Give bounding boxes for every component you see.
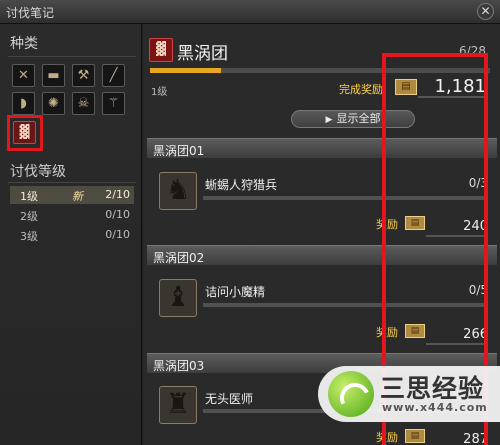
monster-name: 蜥蜴人狩猎兵 [205, 178, 278, 192]
divider [8, 56, 136, 57]
highlight-box [7, 115, 43, 151]
watermark-text: 三思经验 [380, 374, 485, 403]
window-title: 讨伐笔记 [6, 6, 55, 20]
watermark-logo-icon [328, 371, 374, 417]
category-sword-icon[interactable]: ✕ [12, 64, 35, 87]
levels-header: 讨伐等级 [10, 164, 66, 180]
level-count: 0/10 [105, 228, 130, 241]
category-skull-icon[interactable]: ☠ [72, 92, 95, 115]
sidebar: 种类 ✕ ▬ ⚒ ╱ ◗ ✺ ☠ ⚚ ▓ 讨伐等级 1级 新 2/10 2级 0… [0, 24, 142, 445]
level-label: 2级 [20, 210, 38, 223]
watermark: 三思经验 www.x444.com [318, 366, 500, 422]
divider [8, 182, 136, 183]
level-count: 0/10 [105, 208, 130, 221]
level-row-3[interactable]: 3级 0/10 [10, 226, 134, 244]
play-icon: ▶ [325, 115, 333, 125]
category-axe-icon[interactable]: ⚒ [72, 64, 95, 87]
category-bow-icon[interactable]: ◗ [12, 92, 35, 115]
monster-portrait-icon: ♞ [159, 172, 197, 210]
new-badge: 新 [72, 190, 83, 203]
show-all-label: 显示全部 [336, 112, 381, 125]
set-level: 1级 [151, 87, 168, 98]
window-titlebar: 讨伐笔记 ✕ [0, 0, 500, 24]
monster-portrait-icon: ♜ [159, 386, 197, 424]
category-header: 种类 [10, 36, 38, 52]
level-row-2[interactable]: 2级 0/10 [10, 206, 134, 224]
group-title: 黑涡团01 [153, 144, 205, 158]
set-progress-fill [150, 68, 222, 73]
set-title: 黑涡团 [177, 44, 228, 64]
level-count: 2/10 [105, 188, 130, 201]
level-label: 1级 [20, 190, 38, 203]
monster-name: 诘问小魔精 [205, 285, 266, 299]
monster-portrait-icon: ♝ [159, 279, 197, 317]
black-vortex-icon: ▓ [149, 38, 173, 62]
completion-reward-label: 完成奖励 [339, 83, 383, 96]
category-splash-icon[interactable]: ✺ [42, 92, 65, 115]
category-scroll-icon[interactable]: ▬ [42, 64, 65, 87]
monster-name: 无头医师 [205, 392, 254, 406]
category-lance-icon[interactable]: ╱ [102, 64, 125, 87]
category-staff-icon[interactable]: ⚚ [102, 92, 125, 115]
level-row-1[interactable]: 1级 新 2/10 [10, 186, 134, 204]
level-label: 3级 [20, 230, 38, 243]
group-title: 黑涡团03 [153, 359, 205, 373]
group-title: 黑涡团02 [153, 251, 205, 265]
watermark-url: www.x444.com [382, 401, 488, 414]
close-icon[interactable]: ✕ [477, 3, 494, 20]
